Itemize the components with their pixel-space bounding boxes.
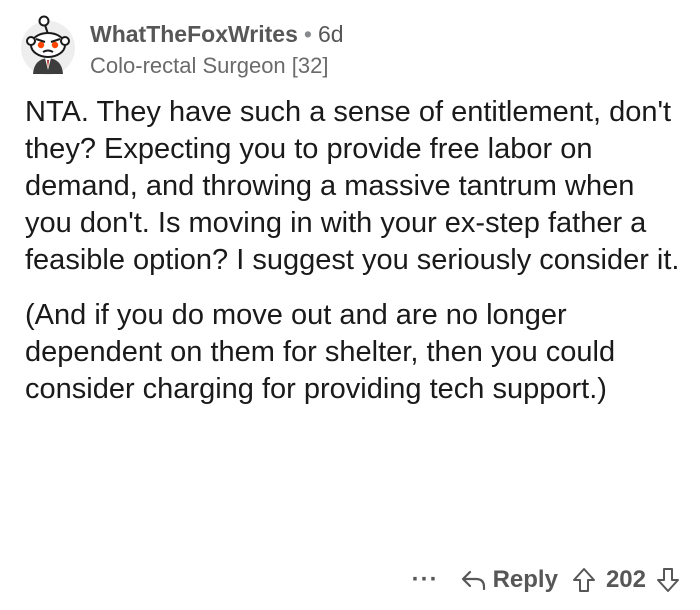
- comment-age: 6d: [317, 21, 344, 47]
- user-flair: Colo-rectal Surgeon [32]: [90, 53, 329, 78]
- upvote-arrow-icon[interactable]: [572, 567, 596, 593]
- username-link[interactable]: WhatTheFoxWrites: [90, 21, 298, 47]
- comment: WhatTheFoxWrites • 6d Colo-rectal Surgeon …: [0, 0, 700, 610]
- vote-score: 202: [605, 566, 646, 593]
- vote-controls: 202: [572, 566, 680, 594]
- avatar[interactable]: [19, 14, 77, 76]
- meta-separator: •: [303, 21, 312, 47]
- comment-paragraph: NTA. They have such a sense of entitleme…: [25, 96, 680, 276]
- downvote-arrow-icon[interactable]: [656, 567, 680, 593]
- comment-body: NTA. They have such a sense of entitleme…: [25, 94, 685, 408]
- comment-actions: ··· Reply 202: [412, 566, 680, 594]
- reply-arrow-icon: [461, 570, 485, 591]
- more-options-button[interactable]: ···: [412, 566, 439, 594]
- reply-button[interactable]: Reply: [461, 566, 558, 594]
- comment-paragraph: (And if you do move out and are no longe…: [25, 299, 616, 405]
- snoo-avatar-icon: [21, 15, 75, 75]
- comment-meta: WhatTheFoxWrites • 6d: [90, 20, 344, 48]
- reply-label: Reply: [492, 566, 558, 593]
